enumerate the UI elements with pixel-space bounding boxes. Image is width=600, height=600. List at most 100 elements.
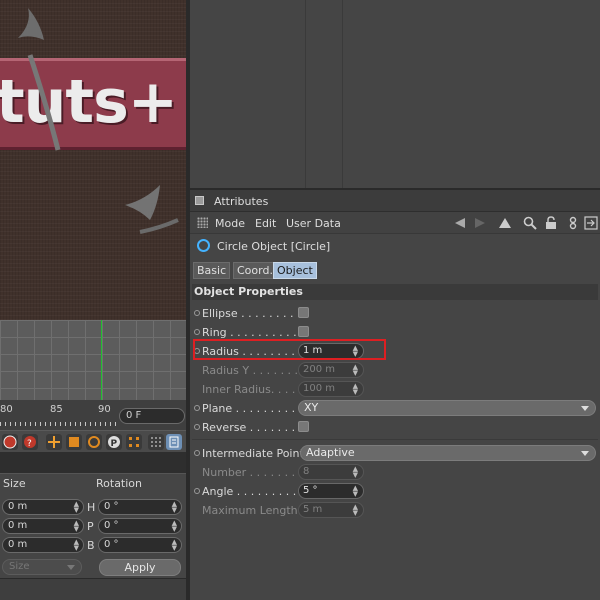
viewport-grid[interactable] [0, 320, 186, 400]
ellipse-checkbox[interactable] [298, 307, 309, 318]
axis-label-b: B [87, 539, 95, 552]
autokey-icon[interactable]: ? [22, 434, 38, 450]
size-column-header: Size [3, 477, 26, 490]
up-arrow-icon[interactable] [498, 216, 512, 230]
column-divider[interactable] [342, 0, 343, 188]
attributes-title: Attributes [214, 195, 269, 208]
attributes-menu-bar: Mode Edit User Data [190, 212, 600, 234]
ring-label: Ring . . . . . . . . . . . [202, 326, 304, 339]
size-z-field[interactable]: 0 m ▲ ▼ [2, 537, 84, 553]
prop-row-inner-radius: Inner Radius. . . . . 100 m ▲ ▼ [190, 380, 600, 399]
new-panel-icon[interactable] [584, 216, 598, 230]
animation-dot[interactable] [194, 310, 200, 316]
coordinates-header-strip [0, 452, 186, 474]
animation-dot[interactable] [194, 450, 200, 456]
y-axis-line [101, 320, 102, 400]
menu-user-data[interactable]: User Data [286, 217, 341, 230]
svg-text:?: ? [27, 439, 32, 449]
intermediate-points-dropdown[interactable]: Adaptive [300, 445, 596, 461]
animation-dot[interactable] [194, 424, 200, 430]
point-level-icon[interactable] [126, 434, 142, 450]
intermediate-points-label: Intermediate Points [202, 447, 310, 460]
move-icon[interactable] [46, 434, 62, 450]
prop-row-intermediate-points: Intermediate Points Adaptive [190, 444, 600, 463]
timeline-tick: 90 [98, 404, 111, 415]
object-manager[interactable] [190, 0, 600, 190]
animation-toolbar: ? P [0, 430, 186, 452]
axis-label-h: H [87, 501, 96, 514]
size-mode-dropdown[interactable]: Size [2, 559, 82, 575]
grip-icon[interactable] [197, 217, 208, 228]
forward-arrow-icon[interactable] [473, 216, 487, 230]
current-frame-field[interactable]: 0 F [119, 408, 185, 424]
column-divider[interactable] [305, 0, 306, 188]
timeline-tick: 80 [0, 404, 13, 415]
angle-field[interactable]: 5 ° ▲ ▼ [298, 483, 364, 499]
rotation-h-field[interactable]: 0 ° ▲ ▼ [98, 499, 182, 515]
size-x-field[interactable]: 0 m ▲ ▼ [2, 499, 84, 515]
maximum-length-field: 5 m ▲ ▼ [298, 502, 364, 518]
object-header: Circle Object [Circle] [190, 236, 600, 256]
parameter-icon[interactable]: P [106, 434, 122, 450]
divider [192, 439, 598, 440]
prop-row-plane: Plane . . . . . . . . . . XY [190, 399, 600, 418]
lock-icon[interactable] [544, 216, 558, 230]
record-icon[interactable] [2, 434, 18, 450]
inner-radius-label: Inner Radius. . . . . [202, 383, 303, 396]
prop-row-maximum-length: Maximum Length 5 m ▲ ▼ [190, 501, 600, 520]
inner-radius-field: 100 m ▲ ▼ [298, 381, 364, 397]
svg-text:P: P [111, 439, 118, 449]
radius-highlight-box [193, 339, 386, 360]
axis-label-p: P [87, 520, 94, 533]
3d-viewport[interactable]: tuts+ [0, 0, 186, 320]
link-icon[interactable] [566, 216, 580, 230]
status-strip [0, 578, 186, 600]
number-field: 8 ▲ ▼ [298, 464, 364, 480]
timeline-ruler[interactable] [0, 416, 116, 426]
radius-y-field: 200 m ▲ ▼ [298, 362, 364, 378]
timeline-tick: 85 [50, 404, 63, 415]
ellipse-label: Ellipse . . . . . . . . . . [202, 307, 308, 320]
tab-object[interactable]: Object [273, 262, 317, 279]
animation-dot[interactable] [194, 405, 200, 411]
attributes-title-bar: Attributes [190, 190, 600, 212]
section-heading: Object Properties [192, 284, 598, 300]
apply-button[interactable]: Apply [99, 559, 181, 576]
plane-label: Plane . . . . . . . . . . [202, 402, 303, 415]
size-y-field[interactable]: 0 m ▲ ▼ [2, 518, 84, 534]
animation-dot[interactable] [194, 329, 200, 335]
prop-row-ellipse: Ellipse . . . . . . . . . . [190, 304, 600, 323]
scale-icon[interactable] [66, 434, 82, 450]
circle-object-icon [197, 239, 210, 252]
plane-dropdown[interactable]: XY [298, 400, 596, 416]
panel-icon [195, 196, 204, 205]
prop-row-angle: Angle . . . . . . . . . . 5 ° ▲ ▼ [190, 482, 600, 501]
attributes-manager: Attributes Mode Edit User Data Circle Ob [190, 190, 600, 600]
tab-coord[interactable]: Coord. [233, 262, 277, 279]
circle-spline-arcs [18, 8, 179, 234]
rotation-p-field[interactable]: 0 ° ▲ ▼ [98, 518, 182, 534]
number-label: Number . . . . . . . . [202, 466, 303, 479]
dots-grid-icon[interactable] [148, 434, 164, 450]
search-icon[interactable] [523, 216, 537, 230]
angle-label: Angle . . . . . . . . . . [202, 485, 304, 498]
rotate-icon[interactable] [86, 434, 102, 450]
rotation-column-header: Rotation [96, 477, 143, 490]
animation-dot[interactable] [194, 488, 200, 494]
object-name: Circle Object [Circle] [217, 240, 331, 253]
ring-checkbox[interactable] [298, 326, 309, 337]
tab-basic[interactable]: Basic [193, 262, 231, 279]
coordinates-manager: Size Rotation 0 m ▲ ▼ H 0 ° ▲ ▼ 0 m ▲ ▼ P 0 ° ▲… [0, 474, 186, 578]
back-arrow-icon[interactable] [453, 216, 467, 230]
prop-row-radius-y: Radius Y . . . . . . . 200 m ▲ ▼ [190, 361, 600, 380]
radius-y-label: Radius Y . . . . . . . [202, 364, 299, 377]
reverse-checkbox[interactable] [298, 421, 309, 432]
maximum-length-label: Maximum Length [202, 504, 298, 517]
reverse-label: Reverse . . . . . . . . [202, 421, 303, 434]
rotation-b-field[interactable]: 0 ° ▲ ▼ [98, 537, 182, 553]
key-icon[interactable] [166, 434, 182, 450]
menu-mode[interactable]: Mode [215, 217, 245, 230]
prop-row-reverse: Reverse . . . . . . . . [190, 418, 600, 437]
menu-edit[interactable]: Edit [255, 217, 276, 230]
prop-row-number: Number . . . . . . . . 8 ▲ ▼ [190, 463, 600, 482]
